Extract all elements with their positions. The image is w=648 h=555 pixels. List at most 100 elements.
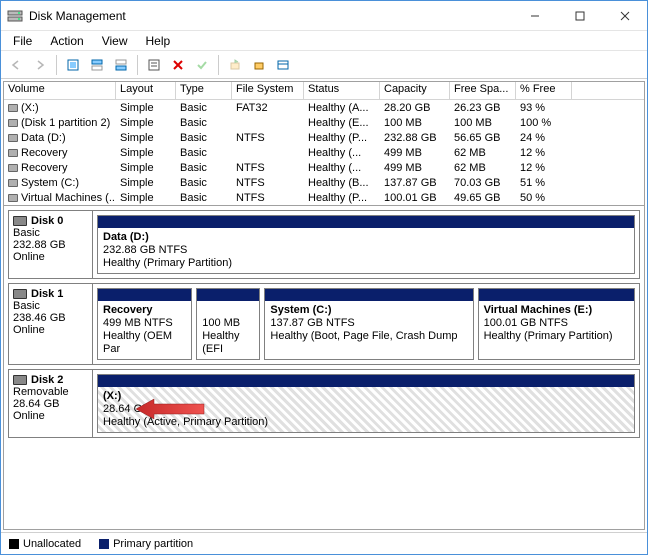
- cell-layout: Simple: [116, 177, 176, 189]
- cell-pfree: 12 %: [516, 162, 572, 174]
- disk-row: Disk 2Removable28.64 GBOnline (X:)28.64 …: [8, 369, 640, 438]
- partition[interactable]: (X:)28.64 GB FAT32Healthy (Active, Prima…: [97, 374, 635, 433]
- cell-fs: FAT32: [232, 102, 304, 114]
- cell-free: 26.23 GB: [450, 102, 516, 114]
- cell-layout: Simple: [116, 117, 176, 129]
- cell-type: Basic: [176, 147, 232, 159]
- titlebar[interactable]: Disk Management: [1, 1, 647, 31]
- volume-row[interactable]: Data (D:)SimpleBasicNTFSHealthy (P...232…: [4, 130, 644, 145]
- cell-status: Healthy (...: [304, 147, 380, 159]
- menu-help[interactable]: Help: [138, 32, 179, 50]
- volume-row[interactable]: RecoverySimpleBasic Healthy (...499 MB62 …: [4, 145, 644, 160]
- volume-list[interactable]: (X:)SimpleBasicFAT32Healthy (A...28.20 G…: [4, 100, 644, 205]
- column-header-capacity[interactable]: Capacity: [380, 82, 450, 99]
- content-area: VolumeLayoutTypeFile SystemStatusCapacit…: [3, 81, 645, 530]
- column-header-pfree[interactable]: % Free: [516, 82, 572, 99]
- volume-row[interactable]: Virtual Machines (...SimpleBasicNTFSHeal…: [4, 190, 644, 205]
- partition[interactable]: System (C:)137.87 GB NTFSHealthy (Boot, …: [264, 288, 473, 360]
- volume-list-header: VolumeLayoutTypeFile SystemStatusCapacit…: [4, 82, 644, 100]
- cell-capacity: 100.01 GB: [380, 192, 450, 204]
- check-button[interactable]: [191, 54, 213, 76]
- cell-status: Healthy (B...: [304, 177, 380, 189]
- cell-free: 62 MB: [450, 162, 516, 174]
- cell-status: Healthy (...: [304, 162, 380, 174]
- action1-button[interactable]: [224, 54, 246, 76]
- cell-free: 49.65 GB: [450, 192, 516, 204]
- cell-free: 56.65 GB: [450, 132, 516, 144]
- cell-status: Healthy (P...: [304, 132, 380, 144]
- cell-fs: NTFS: [232, 192, 304, 204]
- cell-status: Healthy (E...: [304, 117, 380, 129]
- cell-type: Basic: [176, 177, 232, 189]
- volume-row[interactable]: System (C:)SimpleBasicNTFSHealthy (B...1…: [4, 175, 644, 190]
- cell-pfree: 100 %: [516, 117, 572, 129]
- legend-primary: Primary partition: [99, 538, 193, 550]
- cell-capacity: 499 MB: [380, 147, 450, 159]
- minimize-button[interactable]: [512, 1, 557, 30]
- back-button[interactable]: [5, 54, 27, 76]
- cell-type: Basic: [176, 192, 232, 204]
- cell-pfree: 24 %: [516, 132, 572, 144]
- action2-button[interactable]: [248, 54, 270, 76]
- cell-volume: Virtual Machines (...: [4, 192, 116, 204]
- menu-file[interactable]: File: [5, 32, 40, 50]
- menubar: File Action View Help: [1, 31, 647, 51]
- delete-button[interactable]: [167, 54, 189, 76]
- cell-layout: Simple: [116, 147, 176, 159]
- menu-action[interactable]: Action: [42, 32, 91, 50]
- cell-capacity: 499 MB: [380, 162, 450, 174]
- column-header-free[interactable]: Free Spa...: [450, 82, 516, 99]
- column-header-volume[interactable]: Volume: [4, 82, 116, 99]
- volume-row[interactable]: (Disk 1 partition 2)SimpleBasic Healthy (…: [4, 115, 644, 130]
- disk-label[interactable]: Disk 1Basic238.46 GBOnline: [9, 284, 93, 364]
- close-button[interactable]: [602, 1, 647, 30]
- cell-pfree: 51 %: [516, 177, 572, 189]
- action3-button[interactable]: [272, 54, 294, 76]
- disk-label[interactable]: Disk 2Removable28.64 GBOnline: [9, 370, 93, 437]
- cell-volume: Recovery: [4, 147, 116, 159]
- cell-capacity: 28.20 GB: [380, 102, 450, 114]
- column-header-layout[interactable]: Layout: [116, 82, 176, 99]
- cell-volume: Recovery: [4, 162, 116, 174]
- disk-row: Disk 1Basic238.46 GBOnlineRecovery499 MB…: [8, 283, 640, 365]
- view-top-button[interactable]: [86, 54, 108, 76]
- disk-graphical-view: Disk 0Basic232.88 GBOnlineData (D:)232.8…: [4, 205, 644, 529]
- cell-type: Basic: [176, 162, 232, 174]
- properties-button[interactable]: [143, 54, 165, 76]
- column-header-type[interactable]: Type: [176, 82, 232, 99]
- cell-type: Basic: [176, 132, 232, 144]
- toolbar: [1, 51, 647, 79]
- forward-button[interactable]: [29, 54, 51, 76]
- cell-capacity: 100 MB: [380, 117, 450, 129]
- app-icon: [7, 8, 23, 24]
- view-bottom-button[interactable]: [110, 54, 132, 76]
- disk-label[interactable]: Disk 0Basic232.88 GBOnline: [9, 211, 93, 278]
- cell-status: Healthy (P...: [304, 192, 380, 204]
- cell-volume: System (C:): [4, 177, 116, 189]
- cell-capacity: 137.87 GB: [380, 177, 450, 189]
- cell-type: Basic: [176, 117, 232, 129]
- cell-free: 100 MB: [450, 117, 516, 129]
- volume-row[interactable]: (X:)SimpleBasicFAT32Healthy (A...28.20 G…: [4, 100, 644, 115]
- column-header-fs[interactable]: File System: [232, 82, 304, 99]
- refresh-button[interactable]: [62, 54, 84, 76]
- cell-layout: Simple: [116, 192, 176, 204]
- volume-row[interactable]: RecoverySimpleBasicNTFSHealthy (...499 M…: [4, 160, 644, 175]
- cell-fs: NTFS: [232, 162, 304, 174]
- cell-pfree: 93 %: [516, 102, 572, 114]
- cell-type: Basic: [176, 102, 232, 114]
- cell-free: 62 MB: [450, 147, 516, 159]
- cell-pfree: 12 %: [516, 147, 572, 159]
- column-header-status[interactable]: Status: [304, 82, 380, 99]
- menu-view[interactable]: View: [94, 32, 136, 50]
- partition[interactable]: 100 MBHealthy (EFI: [196, 288, 260, 360]
- partition[interactable]: Data (D:)232.88 GB NTFSHealthy (Primary …: [97, 215, 635, 274]
- maximize-button[interactable]: [557, 1, 602, 30]
- cell-volume: (X:): [4, 102, 116, 114]
- partition[interactable]: Virtual Machines (E:)100.01 GB NTFSHealt…: [478, 288, 635, 360]
- cell-fs: NTFS: [232, 177, 304, 189]
- cell-volume: (Disk 1 partition 2): [4, 117, 116, 129]
- partition[interactable]: Recovery499 MB NTFSHealthy (OEM Par: [97, 288, 192, 360]
- legend-unallocated: Unallocated: [9, 538, 81, 550]
- cell-free: 70.03 GB: [450, 177, 516, 189]
